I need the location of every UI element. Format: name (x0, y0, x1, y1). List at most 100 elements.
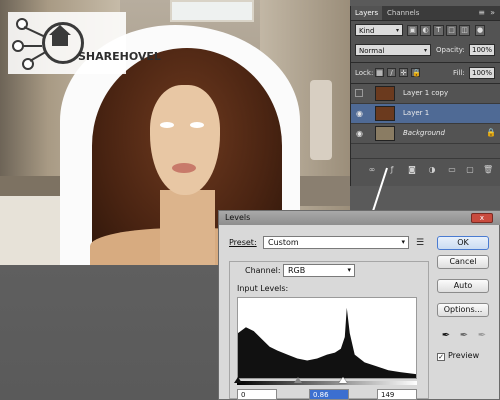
layer-style-fx-icon[interactable]: ƒ (387, 165, 397, 175)
dialog-title: Levels (219, 211, 500, 225)
watermark-brand-text: SHAREHOVEL (78, 50, 161, 63)
new-group-icon[interactable]: ▭ (447, 165, 457, 175)
lock-brush-icon[interactable]: / (387, 68, 396, 77)
midtone-handle[interactable] (294, 377, 302, 383)
filter-row: Kind ▾ ▣ ◐ T □ ◫ ● (351, 22, 500, 40)
input-black-field[interactable]: 0 (237, 389, 277, 400)
divider (351, 62, 500, 63)
white-point-handle[interactable] (339, 377, 347, 383)
filter-smart-object-icon[interactable]: ◫ (459, 25, 470, 36)
dialog-title-text: Levels (225, 213, 251, 222)
input-levels-slider[interactable] (237, 381, 417, 385)
skylight (170, 0, 254, 22)
preset-value: Custom (268, 238, 299, 247)
subject-eye-left (160, 122, 174, 128)
lock-transparent-icon[interactable]: ▦ (375, 68, 384, 77)
layer-name: Layer 1 copy (403, 89, 449, 97)
filter-type-icon[interactable]: T (433, 25, 444, 36)
channel-label: Channel: (245, 266, 281, 275)
channel-select[interactable]: RGB ▾ (283, 264, 355, 277)
auto-button[interactable]: Auto (437, 279, 489, 293)
layer-thumbnail (375, 106, 395, 121)
subject-neck (160, 190, 215, 265)
blend-mode-select[interactable]: Normal ▾ (355, 44, 431, 56)
hanging-robe (310, 80, 332, 160)
lock-all-icon[interactable]: 🔒 (411, 68, 421, 77)
close-button[interactable]: x (471, 213, 493, 223)
fill-label: Fill: (453, 69, 465, 77)
histogram-shape (238, 307, 416, 378)
preset-options-icon[interactable]: ☰ (415, 238, 425, 248)
trash-icon[interactable]: 🗑 (483, 165, 493, 175)
eye-icon[interactable]: ◉ (356, 129, 365, 138)
logo-link (23, 26, 45, 38)
filter-toggle-icon[interactable]: ● (475, 25, 485, 36)
ok-button[interactable]: OK (437, 236, 489, 250)
panel-menu-icon[interactable]: ≡ (478, 6, 485, 20)
preview-label: Preview (448, 351, 480, 360)
logo-link (29, 51, 47, 62)
layer-name: Layer 1 (403, 109, 430, 117)
layer-row[interactable]: ◉ Background 🔒 (351, 124, 500, 144)
opacity-input[interactable]: 100% (469, 44, 495, 56)
lock-label: Lock: (355, 69, 374, 77)
kind-filter-value: Kind (359, 27, 375, 35)
panel-collapse-icon[interactable]: » (490, 6, 495, 20)
workspace-background (0, 265, 220, 400)
lock-icon: 🔒 (486, 128, 496, 137)
visibility-checkbox-empty[interactable] (355, 89, 363, 97)
screenshot: SHAREHOVEL Layers Channels ≡ » Kind ▾ ▣ … (0, 0, 500, 400)
kind-filter-select[interactable]: Kind ▾ (355, 24, 403, 36)
new-layer-icon[interactable]: ▢ (465, 165, 475, 175)
blend-mode-value: Normal (359, 47, 385, 55)
tab-layers[interactable]: Layers (351, 6, 383, 20)
gray-eyedropper-icon[interactable]: ✒ (459, 329, 469, 343)
link-layers-icon[interactable]: ∞ (367, 165, 377, 175)
chevron-down-icon: ▾ (395, 27, 399, 34)
layers-panel: Layers Channels ≡ » Kind ▾ ▣ ◐ T □ ◫ ● N… (350, 6, 500, 186)
options-button[interactable]: Options... (437, 303, 489, 317)
filter-pixel-icon[interactable]: ▣ (407, 25, 418, 36)
preset-select[interactable]: Custom ▾ (263, 236, 409, 249)
black-point-handle[interactable] (234, 377, 242, 383)
counter-right (295, 176, 350, 206)
filter-adjustment-icon[interactable]: ◐ (420, 25, 431, 36)
input-white-field[interactable]: 149 (377, 389, 417, 400)
layer-row[interactable]: Layer 1 copy (351, 84, 500, 104)
chevron-down-icon: ▾ (347, 266, 351, 274)
filter-shape-icon[interactable]: □ (446, 25, 457, 36)
layer-thumbnail (375, 86, 395, 101)
watermark-logo: SHAREHOVEL (8, 12, 161, 74)
layers-panel-footer: ∞ ƒ ◙ ◑ ▭ ▢ 🗑 (351, 158, 500, 181)
histogram (237, 297, 417, 379)
blend-row: Normal ▾ Opacity: 100% (351, 42, 500, 60)
cabinet (0, 196, 60, 265)
lock-move-icon[interactable]: ✛ (399, 68, 408, 77)
levels-dialog: Levels x Preset: Custom ▾ ☰ Channel: RGB… (218, 210, 500, 400)
subject-lips (172, 163, 196, 173)
channel-value: RGB (288, 266, 306, 275)
lock-row: Lock: ▦ / ✛ 🔒 Fill: 100% (351, 64, 500, 82)
add-mask-icon[interactable]: ◙ (407, 165, 417, 175)
tab-channels[interactable]: Channels (383, 6, 423, 20)
preset-label: Preset: (229, 238, 257, 247)
black-eyedropper-icon[interactable]: ✒ (441, 329, 451, 343)
subject-eye-right (190, 122, 204, 128)
cancel-button[interactable]: Cancel (437, 255, 489, 269)
fill-input[interactable]: 100% (469, 67, 495, 79)
chevron-down-icon: ▾ (401, 238, 405, 246)
chevron-down-icon: ▾ (423, 47, 427, 54)
input-levels-label: Input Levels: (237, 284, 289, 293)
eye-icon[interactable]: ◉ (356, 109, 365, 118)
input-gamma-field[interactable]: 0.86 (309, 389, 349, 400)
logo-house-icon (52, 34, 68, 46)
logo-link (22, 45, 42, 47)
white-eyedropper-icon[interactable]: ✒ (477, 329, 487, 343)
opacity-label: Opacity: (436, 46, 465, 54)
layer-thumbnail (375, 126, 395, 141)
layers-panel-tabbar: Layers Channels ≡ » (351, 6, 500, 21)
layer-row-selected[interactable]: ◉ Layer 1 (351, 104, 500, 124)
adjustment-layer-icon[interactable]: ◑ (427, 165, 437, 175)
preview-checkbox[interactable]: ✓ (437, 353, 445, 361)
layer-name: Background (403, 129, 445, 137)
